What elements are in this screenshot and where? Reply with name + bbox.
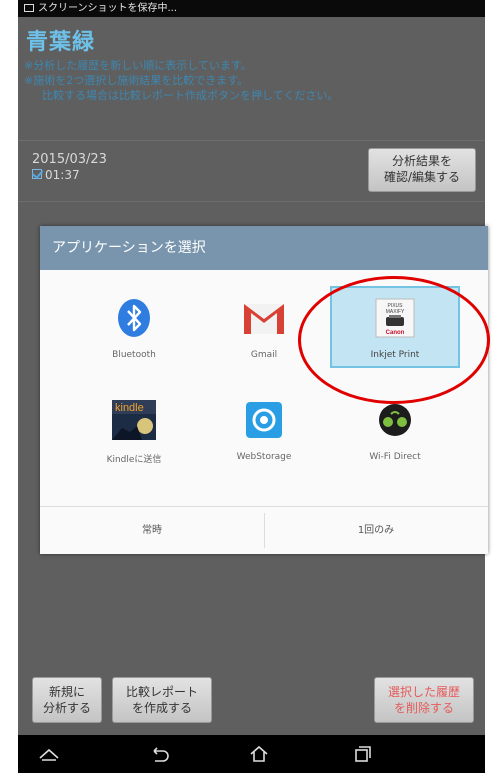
bluetooth-icon — [118, 299, 150, 337]
navigation-bar — [18, 735, 485, 773]
button-label-line: 分析結果を — [391, 154, 452, 168]
note-line: 比較する場合は比較レポート作成ボタンを押してください。 — [42, 89, 339, 102]
create-compare-report-button[interactable]: 比較レポート を作成する — [112, 677, 212, 723]
gmail-icon — [244, 304, 284, 334]
note-line: ※施術を2つ選択し施術結果を比較できます。 — [24, 74, 249, 87]
recent-apps-icon[interactable] — [351, 745, 373, 763]
app-option-wifi-direct[interactable]: Wi-Fi Direct — [330, 400, 460, 462]
back-icon[interactable] — [148, 745, 170, 763]
history-checkbox[interactable] — [32, 169, 42, 179]
recent-apps-up-icon[interactable] — [38, 745, 60, 763]
app-label: Kindleに送信 — [106, 455, 162, 465]
status-text: スクリーンショットを保存中... — [38, 3, 178, 14]
history-date: 2015/03/23 — [32, 152, 107, 167]
app-option-bluetooth[interactable]: Bluetooth — [69, 298, 199, 360]
app-label: Wi-Fi Direct — [369, 452, 421, 462]
kindle-logo-text: kindle — [115, 402, 144, 414]
button-label-line: を削除する — [393, 701, 454, 715]
button-label-line: 比較レポート — [125, 685, 198, 699]
app-label: Bluetooth — [112, 350, 156, 360]
app-label: WebStorage — [236, 452, 292, 462]
dialog-footer: 常時 1回のみ — [40, 506, 488, 554]
button-label-line: を作成する — [131, 701, 192, 715]
app-option-kindle[interactable]: kindle Kindleに送信 — [69, 400, 199, 465]
note-line: ※分析した履歴を新しい順に表示しています。 — [24, 59, 252, 72]
button-label-line: 分析する — [42, 701, 91, 715]
just-once-button[interactable]: 1回のみ — [264, 507, 488, 554]
status-bar: スクリーンショットを保存中... — [18, 0, 485, 17]
always-button[interactable]: 常時 — [40, 507, 264, 554]
history-time: 01:37 — [45, 168, 80, 182]
button-label-line: 確認/編集する — [383, 170, 461, 184]
page-title: 青葉緑 — [26, 30, 96, 55]
view-result-button[interactable]: 分析結果を 確認/編集する — [368, 148, 476, 192]
history-time-row[interactable]: 01:37 — [32, 168, 80, 182]
home-icon[interactable] — [248, 745, 270, 763]
wifi-direct-icon — [379, 404, 411, 436]
kindle-icon: kindle — [112, 400, 156, 440]
instructions: ※分析した履歴を新しい順に表示しています。 ※施術を2つ選択し施術結果を比較でき… — [24, 58, 338, 103]
dialog-title: アプリケーションを選択 — [40, 226, 488, 270]
button-label-line: 新規に — [48, 685, 85, 699]
screenshot-icon — [24, 4, 34, 12]
highlight-circle — [298, 276, 490, 404]
webstorage-icon — [246, 402, 282, 438]
new-analysis-button[interactable]: 新規に 分析する — [32, 677, 102, 723]
button-label-line: 選択した履歴 — [387, 685, 460, 699]
app-option-webstorage[interactable]: WebStorage — [199, 400, 329, 462]
delete-selected-button[interactable]: 選択した履歴 を削除する — [374, 677, 474, 723]
